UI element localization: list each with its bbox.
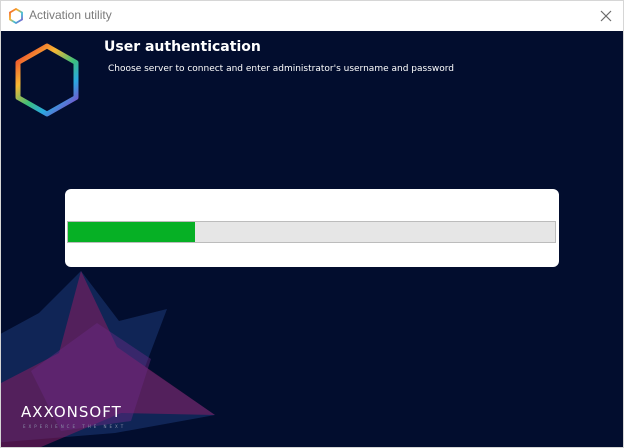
axxonsoft-brand-logo: AXXONSOFT EXPERIENCE THE NEXT <box>21 403 151 433</box>
page-subtitle: Choose server to connect and enter admin… <box>108 64 455 74</box>
page-title: User authentication <box>104 39 261 55</box>
axxon-hexagon-logo <box>15 43 79 117</box>
progress-bar-fill <box>68 222 195 242</box>
brand-name: AXXONSOFT <box>21 403 122 421</box>
progress-panel <box>65 189 559 267</box>
window-title: Activation utility <box>29 8 112 22</box>
close-icon[interactable] <box>595 5 617 27</box>
title-bar: Activation utility <box>1 1 623 31</box>
activation-utility-window: Activation utility User authentication C… <box>0 0 624 448</box>
hexagon-logo-icon <box>9 8 23 24</box>
progress-bar <box>67 221 556 243</box>
brand-tagline: EXPERIENCE THE NEXT <box>23 424 127 429</box>
main-content: User authentication Choose server to con… <box>1 31 623 447</box>
